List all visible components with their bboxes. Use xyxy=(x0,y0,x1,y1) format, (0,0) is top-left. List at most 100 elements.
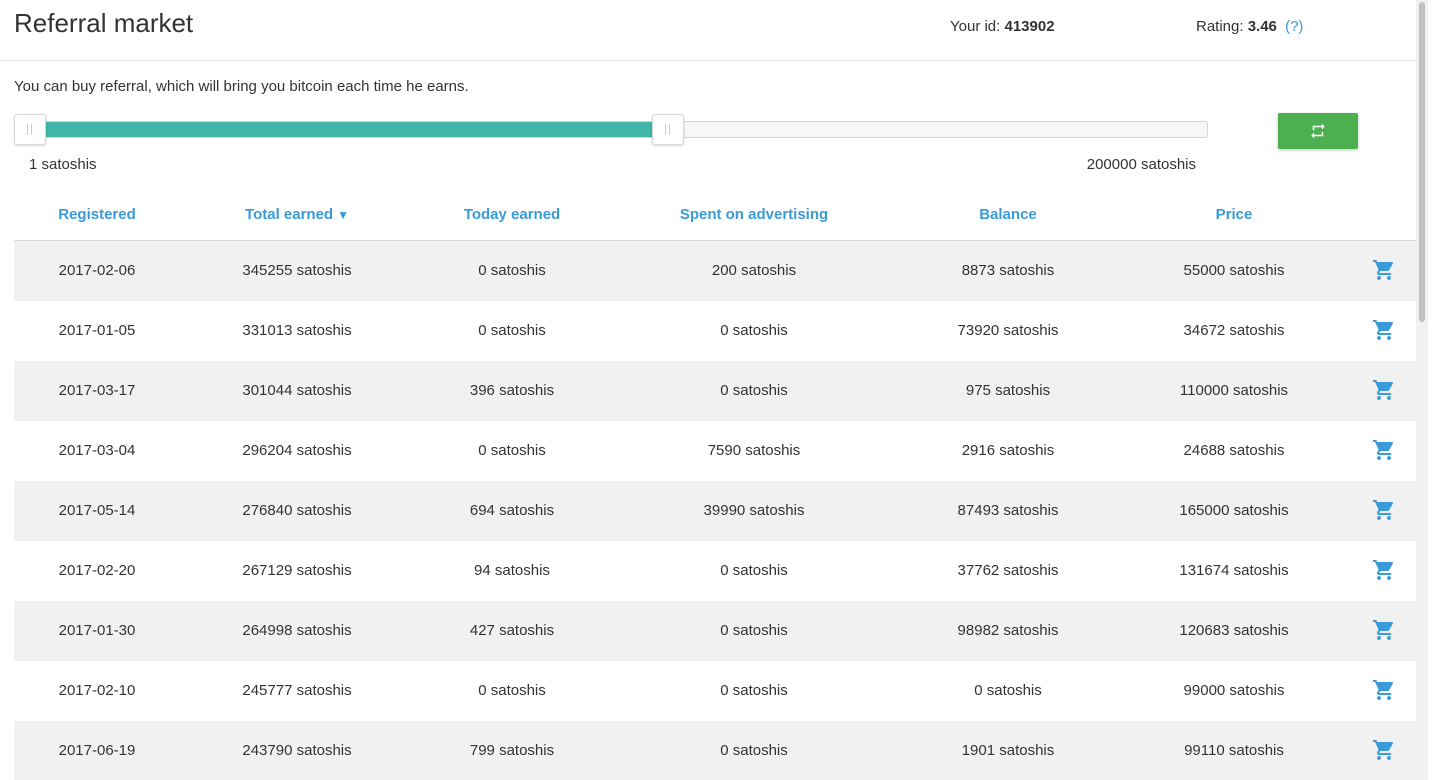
cell-spent-on-advertising: 0 satoshis xyxy=(720,322,788,339)
cell-today-earned: 799 satoshis xyxy=(469,742,555,759)
cell-total-earned: 301044 satoshis xyxy=(242,382,352,399)
referral-market-page: Referral market Your id: 413902 Rating: … xyxy=(0,0,1428,780)
cell-total-earned: 264998 satoshis xyxy=(242,622,352,639)
cell-total-earned: 245777 satoshis xyxy=(242,682,352,699)
cell-registered: 2017-03-17 xyxy=(58,382,136,399)
rating-label: Rating: xyxy=(1196,18,1244,35)
slider-min-handle[interactable] xyxy=(14,114,46,145)
cell-registered: 2017-03-04 xyxy=(58,442,136,459)
page-header: Referral market Your id: 413902 Rating: … xyxy=(0,0,1418,61)
cell-spent-on-advertising: 0 satoshis xyxy=(720,622,788,639)
cell-price: 165000 satoshis xyxy=(1179,502,1289,519)
page-title: Referral market xyxy=(14,8,194,38)
cell-today-earned: 94 satoshis xyxy=(474,562,550,579)
cell-registered: 2017-05-14 xyxy=(58,502,136,519)
user-id-display: Your id: 413902 xyxy=(950,18,1055,35)
cell-balance: 98982 satoshis xyxy=(957,622,1059,639)
buy-referral-cart-icon[interactable] xyxy=(1372,738,1396,762)
cell-today-earned: 0 satoshis xyxy=(478,262,546,279)
cell-registered: 2017-01-05 xyxy=(58,322,136,339)
table-row: 2017-01-05 331013 satoshis 0 satoshis 0 sat… xyxy=(14,301,1418,361)
cell-today-earned: 396 satoshis xyxy=(469,382,555,399)
column-header-spent-on-advertising[interactable]: Spent on advertising xyxy=(610,206,898,223)
slider-selected-range xyxy=(30,122,668,137)
slider-max-label: 200000 satoshis xyxy=(1086,156,1196,173)
cell-balance: 73920 satoshis xyxy=(957,322,1059,339)
cell-spent-on-advertising: 0 satoshis xyxy=(720,682,788,699)
column-header-total-earned[interactable]: Total earned ▼ xyxy=(180,206,414,223)
user-id-value: 413902 xyxy=(1004,18,1055,35)
table-row: 2017-02-10 245777 satoshis 0 satoshis 0 sat… xyxy=(14,661,1418,721)
buy-referral-cart-icon[interactable] xyxy=(1372,498,1396,522)
slider-max-handle[interactable] xyxy=(652,114,684,145)
cell-today-earned: 427 satoshis xyxy=(469,622,555,639)
cell-today-earned: 0 satoshis xyxy=(478,682,546,699)
column-header-registered[interactable]: Registered xyxy=(14,206,180,223)
table-row: 2017-03-17 301044 satoshis 396 satoshis 0 s… xyxy=(14,361,1418,421)
cell-today-earned: 694 satoshis xyxy=(469,502,555,519)
cell-today-earned: 0 satoshis xyxy=(478,322,546,339)
rating-display: Rating: 3.46 (?) xyxy=(1196,18,1303,35)
cell-price: 34672 satoshis xyxy=(1183,322,1285,339)
buy-referral-cart-icon[interactable] xyxy=(1372,558,1396,582)
cell-total-earned: 296204 satoshis xyxy=(242,442,352,459)
buy-referral-cart-icon[interactable] xyxy=(1372,378,1396,402)
cell-total-earned: 345255 satoshis xyxy=(242,262,352,279)
cell-spent-on-advertising: 200 satoshis xyxy=(711,262,797,279)
cell-spent-on-advertising: 0 satoshis xyxy=(720,742,788,759)
cell-price: 99110 satoshis xyxy=(1184,742,1284,759)
table-header-row: Registered Total earned ▼ Today earned Sp… xyxy=(14,190,1418,241)
table-row: 2017-02-20 267129 satoshis 94 satoshis 0 sa… xyxy=(14,541,1418,601)
table-row: 2017-06-19 243790 satoshis 799 satoshis 0 s… xyxy=(14,721,1418,780)
column-header-balance[interactable]: Balance xyxy=(898,206,1118,223)
cell-registered: 2017-01-30 xyxy=(58,622,136,639)
page-scrollbar[interactable] xyxy=(1416,0,1428,780)
cell-balance: 8873 satoshis xyxy=(961,262,1055,279)
cell-price: 99000 satoshis xyxy=(1183,682,1285,699)
slider-min-label: 1 satoshis xyxy=(29,156,97,173)
cell-total-earned: 331013 satoshis xyxy=(242,322,352,339)
column-header-today-earned[interactable]: Today earned xyxy=(414,206,610,223)
sort-desc-icon: ▼ xyxy=(337,208,349,222)
cell-balance: 87493 satoshis xyxy=(957,502,1059,519)
cell-spent-on-advertising: 0 satoshis xyxy=(720,382,788,399)
price-range-slider[interactable] xyxy=(14,114,1208,145)
cell-registered: 2017-02-20 xyxy=(58,562,136,579)
cell-price: 55000 satoshis xyxy=(1183,262,1285,279)
table-row: 2017-03-04 296204 satoshis 0 satoshis 7590 … xyxy=(14,421,1418,481)
rating-help-link[interactable]: (?) xyxy=(1285,18,1303,35)
buy-referral-cart-icon[interactable] xyxy=(1372,318,1396,342)
cell-spent-on-advertising: 39990 satoshis xyxy=(703,502,805,519)
scrollbar-thumb[interactable] xyxy=(1419,2,1425,322)
buy-referral-cart-icon[interactable] xyxy=(1372,258,1396,282)
table-row: 2017-02-06 345255 satoshis 0 satoshis 200 s… xyxy=(14,241,1418,301)
buy-referral-cart-icon[interactable] xyxy=(1372,618,1396,642)
cell-spent-on-advertising: 0 satoshis xyxy=(720,562,788,579)
user-id-label: Your id: xyxy=(950,18,1001,35)
buy-referral-cart-icon[interactable] xyxy=(1372,678,1396,702)
cell-balance: 37762 satoshis xyxy=(957,562,1059,579)
swap-filter-button[interactable] xyxy=(1278,113,1358,149)
cell-balance: 975 satoshis xyxy=(965,382,1051,399)
cell-price: 24688 satoshis xyxy=(1183,442,1285,459)
cell-price: 120683 satoshis xyxy=(1179,622,1289,639)
cell-balance: 2916 satoshis xyxy=(961,442,1055,459)
cell-total-earned: 267129 satoshis xyxy=(242,562,352,579)
cell-price: 110000 satoshis xyxy=(1179,382,1289,399)
cell-balance: 0 satoshis xyxy=(974,682,1042,699)
cell-registered: 2017-06-19 xyxy=(58,742,136,759)
cell-registered: 2017-02-10 xyxy=(58,682,136,699)
rating-value: 3.46 xyxy=(1247,18,1277,35)
referral-table: Registered Total earned ▼ Today earned Sp… xyxy=(14,190,1418,780)
cell-balance: 1901 satoshis xyxy=(961,742,1055,759)
swap-arrows-icon xyxy=(1311,123,1325,139)
table-row: 2017-05-14 276840 satoshis 694 satoshis 399… xyxy=(14,481,1418,541)
cell-registered: 2017-02-06 xyxy=(58,262,136,279)
cell-today-earned: 0 satoshis xyxy=(478,442,546,459)
cell-spent-on-advertising: 7590 satoshis xyxy=(707,442,801,459)
column-header-price[interactable]: Price xyxy=(1118,206,1350,223)
buy-referral-cart-icon[interactable] xyxy=(1372,438,1396,462)
cell-total-earned: 243790 satoshis xyxy=(242,742,352,759)
cell-total-earned: 276840 satoshis xyxy=(242,502,352,519)
table-body: 2017-02-06 345255 satoshis 0 satoshis 200 s… xyxy=(14,241,1418,780)
